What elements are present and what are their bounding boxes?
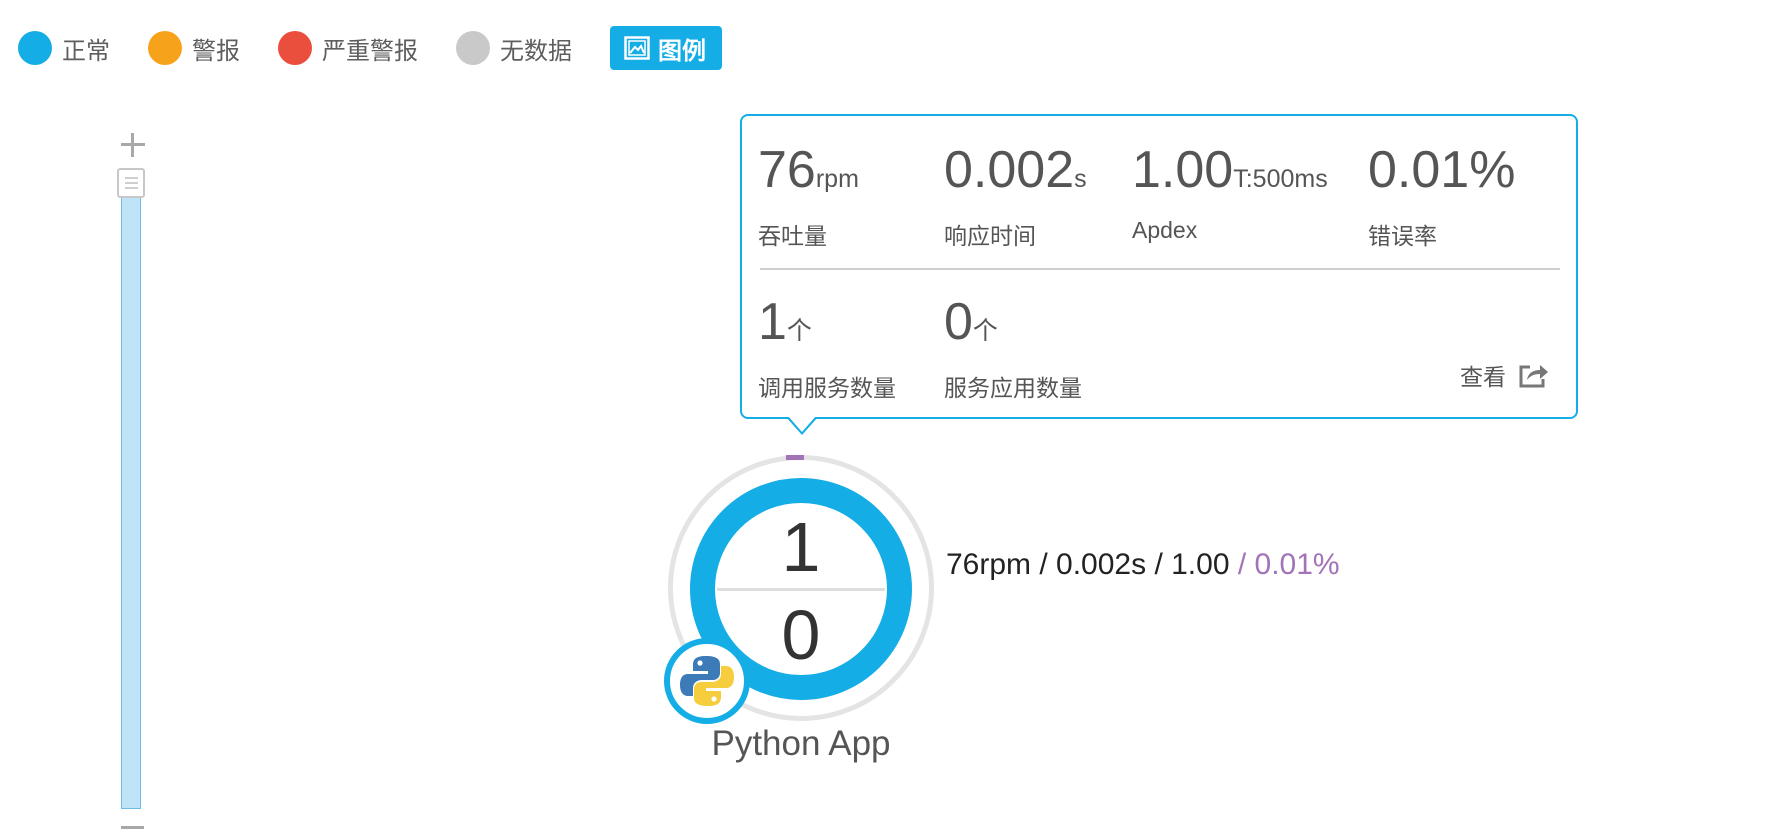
metric-value: 1: [758, 293, 787, 351]
legend-toggle-button[interactable]: 图例: [610, 26, 722, 70]
metric-label: 错误率: [1368, 223, 1437, 249]
metric-label: 调用服务数量: [758, 375, 896, 401]
metric-value: 0: [944, 293, 973, 351]
node-stats-text: 76rpm / 0.002s / 1.00 / 0.01%: [946, 548, 1340, 582]
metric-unit: s: [1074, 165, 1087, 193]
legend-item-label: 严重警报: [322, 37, 418, 65]
node-stats-main: 76rpm / 0.002s / 1.00: [946, 548, 1230, 581]
metric-label: 响应时间: [944, 223, 1036, 249]
metric-error-rate: 0.01% 错误率: [1368, 144, 1515, 251]
metric-unit: T:500ms: [1233, 165, 1328, 193]
metric-called-services: 1个 调用服务数量: [758, 296, 896, 403]
metric-throughput: 76rpm 吞吐量: [758, 144, 859, 251]
tooltip-arrow-fill: [788, 416, 816, 432]
legend-item-no-data[interactable]: 无数据: [456, 31, 572, 66]
node-name-label: Python App: [711, 724, 891, 763]
node-error-indicator: [786, 455, 804, 460]
metric-unit: rpm: [815, 165, 859, 193]
view-link-label: 查看: [1460, 364, 1506, 390]
metric-value: 1.00: [1132, 141, 1234, 199]
status-dot-icon: [148, 31, 182, 65]
metric-apdex: 1.00T:500ms Apdex: [1132, 144, 1328, 244]
image-icon: [624, 36, 650, 60]
legend-item-critical[interactable]: 严重警报: [278, 31, 418, 66]
tooltip-divider: [760, 268, 1560, 270]
metric-unit: 个: [972, 317, 998, 345]
metric-response-time: 0.002s 响应时间: [944, 144, 1087, 251]
status-dot-icon: [456, 31, 490, 65]
metric-label: 服务应用数量: [944, 375, 1082, 401]
metric-service-apps: 0个 服务应用数量: [944, 296, 1082, 403]
legend-item-label: 正常: [62, 37, 110, 65]
legend-item-normal[interactable]: 正常: [18, 31, 110, 66]
legend-item-warning[interactable]: 警报: [148, 31, 240, 66]
metric-label: Apdex: [1132, 217, 1198, 243]
metric-value: 0.01%: [1368, 141, 1516, 199]
zoom-slider-track[interactable]: [121, 190, 141, 809]
metric-unit: 个: [786, 317, 812, 345]
legend-item-label: 无数据: [500, 37, 572, 65]
zoom-out-icon[interactable]: [121, 826, 144, 829]
node-stats-error: / 0.01%: [1229, 548, 1340, 581]
status-dot-icon: [278, 31, 312, 65]
node-tooltip: 76rpm 吞吐量 0.002s 响应时间 1.00T:500ms Apdex …: [740, 114, 1578, 419]
zoom-slider-handle[interactable]: [117, 168, 145, 198]
legend-item-label: 警报: [192, 37, 240, 65]
metric-label: 吞吐量: [758, 223, 827, 249]
python-logo-icon: [664, 638, 750, 724]
zoom-in-icon[interactable]: [118, 130, 148, 160]
node-upstream-count: 1: [781, 508, 821, 586]
view-details-link[interactable]: 查看: [1460, 358, 1550, 392]
legend-toggle-label: 图例: [658, 37, 706, 65]
legend-bar: 正常 警报 严重警报 无数据 图例: [18, 26, 722, 70]
status-dot-icon: [18, 31, 52, 65]
metric-value: 0.002: [944, 141, 1075, 199]
metric-value: 76: [758, 141, 816, 199]
external-link-icon: [1519, 365, 1548, 388]
